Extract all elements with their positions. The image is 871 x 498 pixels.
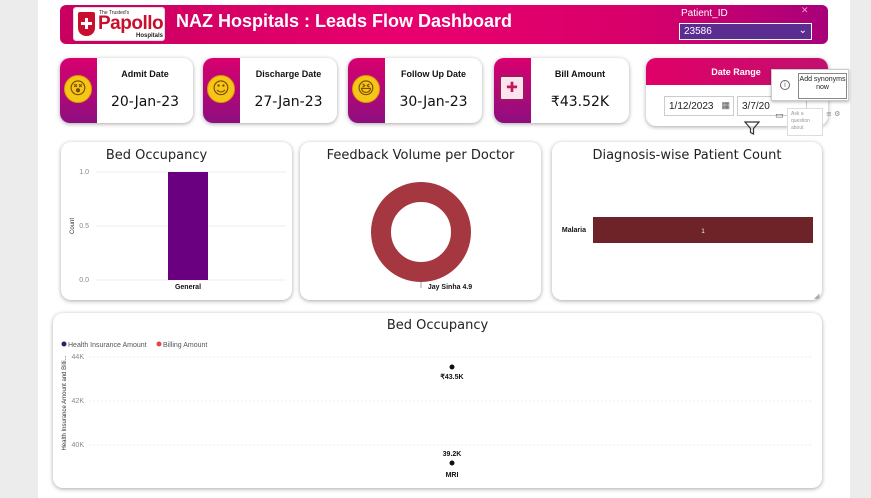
x-tick-label: General — [175, 284, 201, 291]
qa-settings-icon[interactable]: ≡ ⚙ — [826, 110, 840, 118]
follow-up-date-card: 😆 Follow Up Date 30-Jan-23 — [348, 58, 482, 123]
card-label: Discharge Date — [255, 69, 322, 79]
y-tick-label: 0.0 — [79, 277, 89, 284]
laughing-face-icon: 😆 — [352, 75, 380, 103]
add-synonyms-button[interactable]: Add synonyms now — [798, 73, 847, 99]
card-value: 20-Jan-23 — [110, 94, 180, 110]
card-label: Follow Up Date — [401, 69, 466, 79]
close-icon[interactable]: ✕ — [801, 6, 809, 16]
info-icon: i — [780, 80, 790, 90]
smiling-face-icon: ☺ — [207, 75, 235, 103]
card-label: Bill Amount — [554, 69, 606, 79]
y-axis-label: Count — [70, 218, 76, 234]
start-date-input[interactable]: 1/12/2023 ▦ — [664, 96, 734, 116]
qa-question-input[interactable]: Ask a question about — [787, 108, 823, 136]
dizzy-face-icon: 😵 — [64, 75, 92, 103]
x-tick-label: MRI — [446, 472, 459, 479]
legend-label: Billing Amount — [163, 342, 207, 349]
hospital-logo: The Trusted's Papollo Hospitals — [73, 7, 165, 41]
card-label: Admit Date — [121, 69, 169, 79]
card-value: ₹43.52K — [550, 94, 610, 110]
y-tick-label: 42K — [72, 398, 85, 405]
qa-synonyms-popup: i Add synonyms now — [771, 69, 849, 101]
data-label: 39.2K — [443, 451, 462, 458]
diagnosis-count-chart: Diagnosis-wise Patient Count Malaria 1 ◢ — [552, 142, 822, 300]
admit-date-card: 😵 Admit Date 20-Jan-23 — [60, 58, 193, 123]
data-label: ₹43.5K — [440, 373, 463, 381]
y-tick-label: 44K — [72, 354, 85, 361]
logo-name: Papollo — [98, 13, 164, 34]
point-billing-amount[interactable] — [449, 364, 455, 370]
legend-marker-billing-amount — [156, 341, 162, 347]
legend-label: Health Insurance Amount — [68, 342, 147, 349]
point-health-insurance[interactable] — [449, 460, 455, 466]
chevron-down-icon: ⌄ — [798, 25, 807, 36]
y-tick-label: 1.0 — [79, 169, 89, 176]
y-tick-label: 0.5 — [79, 223, 89, 230]
patient-id-label: Patient_ID — [681, 8, 728, 19]
donut-slice-jay-sinha[interactable] — [371, 182, 471, 282]
y-tick-label: Malaria — [562, 227, 586, 234]
resize-handle-icon[interactable]: ◢ — [814, 292, 820, 300]
data-label: Jay Sinha 4.9 — [428, 284, 472, 291]
bed-occupancy-chart: Bed Occupancy 1.0 0.5 0.0 Count General — [61, 142, 292, 300]
patient-id-dropdown[interactable]: 23586 ⌄ — [679, 23, 812, 40]
bed-occupancy-svg: 1.0 0.5 0.0 Count General — [70, 169, 286, 291]
logo-subtitle: Hospitals — [136, 33, 164, 39]
patient-id-value: 23586 — [684, 26, 712, 37]
legend-marker-health-insurance — [61, 341, 67, 347]
medical-cross-icon — [78, 12, 95, 36]
bed-occupancy-amount-chart: Bed Occupancy Health Insurance Amount Bi… — [53, 313, 822, 488]
discharge-date-card: ☺ Discharge Date 27-Jan-23 — [203, 58, 337, 123]
calendar-icon[interactable]: ▦ — [721, 100, 730, 111]
chat-icon[interactable]: ▭ — [775, 111, 784, 121]
feedback-donut-svg: Jay Sinha 4.9 — [371, 182, 472, 291]
card-value: 30-Jan-23 — [399, 94, 468, 110]
bar-general[interactable] — [168, 172, 208, 280]
page-title: NAZ Hospitals : Leads Flow Dashboard — [176, 11, 513, 31]
medical-bill-icon: ✚ — [499, 75, 525, 101]
card-value: 27-Jan-23 — [254, 94, 323, 110]
y-axis-label: Health Insurance Amount and Billi... — [62, 355, 68, 450]
bill-amount-card: ✚ Bill Amount ₹43.52K — [494, 58, 629, 123]
y-tick-label: 40K — [72, 442, 85, 449]
amount-scatter-svg: Health Insurance Amount Billing Amount 4… — [61, 341, 813, 479]
diagnosis-bar-svg: Malaria 1 ◢ — [562, 217, 820, 300]
filter-icon[interactable] — [743, 119, 761, 137]
feedback-volume-chart: Feedback Volume per Doctor Jay Sinha 4.9 — [300, 142, 541, 300]
